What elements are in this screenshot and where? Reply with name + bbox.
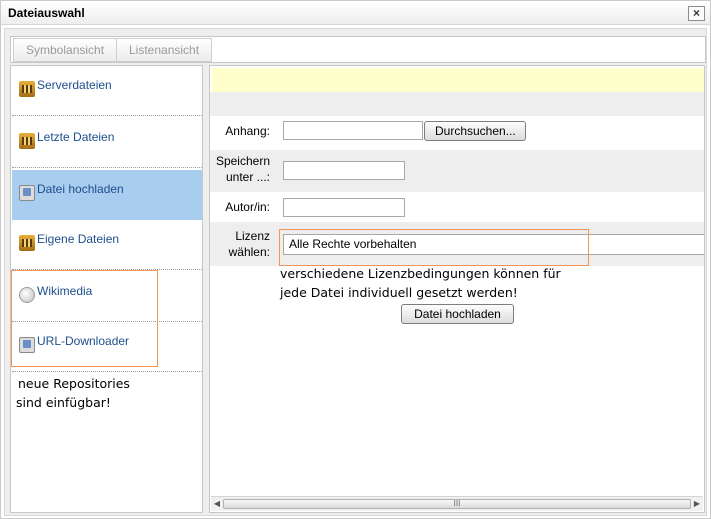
repositories-note-line1: neue Repositories	[18, 376, 130, 391]
dialog-titlebar: Dateiauswahl ×	[1, 1, 710, 25]
sidebar-item-label: Letzte Dateien	[37, 130, 115, 144]
browse-button[interactable]: Durchsuchen...	[424, 121, 526, 141]
save-as-label-line1: Speichern	[215, 154, 270, 168]
attachment-label: Anhang:	[225, 124, 270, 138]
close-button[interactable]: ×	[688, 6, 705, 21]
panel-band	[210, 92, 704, 116]
dialog-title: Dateiauswahl	[8, 6, 85, 20]
license-highlight	[279, 229, 589, 266]
sidebar-item-label: Eigene Dateien	[37, 232, 120, 246]
sidebar-item-recent-files[interactable]: Letzte Dateien	[12, 118, 202, 168]
attachment-field[interactable]	[283, 121, 423, 140]
horizontal-scrollbar[interactable]: ◀ III ▶	[211, 496, 703, 511]
repositories-note-line2: sind einfügbar!	[16, 395, 111, 410]
author-label: Autor/in:	[225, 200, 270, 214]
message-bar	[212, 68, 704, 92]
author-field[interactable]	[283, 198, 405, 217]
scroll-left-icon[interactable]: ◀	[212, 499, 222, 509]
sidebar-item-upload-file[interactable]: Datei hochladen	[12, 170, 202, 220]
repositories-highlight	[11, 270, 158, 367]
tab-list-view[interactable]: Listenansicht	[116, 38, 213, 62]
license-note-line2: jede Datei individuell gesetzt werden!	[280, 285, 518, 300]
save-as-label-line2: unter ...:	[225, 170, 270, 184]
repository-icon	[19, 235, 35, 251]
sidebar-item-label: Serverdateien	[37, 78, 112, 92]
sidebar-item-label: Datei hochladen	[37, 182, 124, 196]
sidebar-item-own-files[interactable]: Eigene Dateien	[12, 220, 202, 270]
license-note-line1: verschiedene Lizenzbedingungen können fü…	[280, 266, 561, 281]
repository-icon	[19, 81, 35, 97]
upload-file-button[interactable]: Datei hochladen	[401, 304, 514, 324]
license-label-line1: Lizenz	[235, 229, 270, 243]
scrollbar-thumb[interactable]: III	[223, 499, 691, 509]
repository-icon	[19, 133, 35, 149]
save-as-field[interactable]	[283, 161, 405, 180]
license-label-line2: wählen:	[228, 245, 270, 259]
scroll-right-icon[interactable]: ▶	[692, 499, 702, 509]
upload-icon	[19, 185, 35, 201]
scroll-grip-icon: III	[453, 499, 461, 508]
view-mode-bar: Symbolansicht Listenansicht	[10, 36, 706, 63]
tab-symbol-view[interactable]: Symbolansicht	[13, 38, 118, 62]
sidebar-item-server-files[interactable]: Serverdateien	[12, 66, 202, 116]
close-icon: ×	[692, 6, 700, 20]
